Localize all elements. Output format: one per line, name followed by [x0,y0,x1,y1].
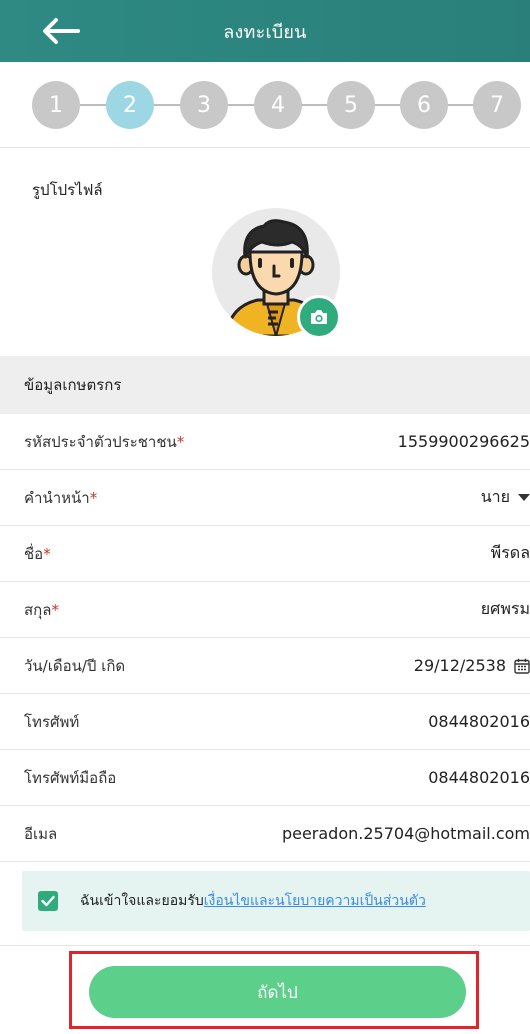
footer-divider [0,945,530,946]
mobile-value-text: 0844802016 [428,768,530,787]
phone-label: โทรศัพท์ [24,712,80,731]
consent-prefix: ฉันเข้าใจและยอมรับ [80,893,204,909]
calendar-icon [514,658,530,674]
consent-text: ฉันเข้าใจและยอมรับเงื่อนไขและนโยบายความเ… [80,890,426,912]
step-7[interactable]: 7 [473,81,521,129]
email-value-text: peeradon.25704@hotmail.com [281,824,530,843]
mobile-label: โทรศัพท์มือถือ [24,768,117,787]
consent-box: ฉันเข้าใจและยอมรับเงื่อนไขและนโยบายความเ… [22,871,530,931]
title-prefix-value: นาย [480,487,510,506]
farmer-info-header: ข้อมูลเกษตรกร [0,356,530,414]
last-name-label: สกุล* [0,598,59,622]
birth-date-label: วัน/เดือน/ปี เกิด [24,656,126,675]
camera-icon [311,310,327,324]
email-label: อีเมล [24,824,58,843]
last-name-value[interactable]: ยศพรม [481,597,530,622]
title-prefix-row[interactable]: คำนำหน้า* นาย [0,470,530,526]
first-name-value[interactable]: พีรดล [491,541,530,566]
first-name-label: ชื่อ* [0,542,51,566]
back-button[interactable] [38,14,84,48]
email-row[interactable]: อีเมล peeradon.25704@hotmail.com [0,806,530,862]
national-id-value-text: 1559900296625 [397,432,530,451]
check-icon [41,895,55,907]
birth-date-value: 29/12/2538 [413,656,506,675]
next-button[interactable]: ถัดไป [89,966,466,1018]
birth-date-row[interactable]: วัน/เดือน/ปี เกิด 29/12/2538 [0,638,530,694]
app-header: ลงทะเบียน [0,0,530,62]
phone-value-text: 0844802016 [428,712,530,731]
title-prefix-label: คำนำหน้า* [0,486,97,510]
last-name-row[interactable]: สกุล* ยศพรม [0,582,530,638]
change-photo-button[interactable] [297,295,341,339]
national-id-value[interactable]: 1559900296625 [398,432,530,451]
step-1[interactable]: 1 [32,81,80,129]
mobile-row[interactable]: โทรศัพท์มือถือ 0844802016 [0,750,530,806]
phone-row[interactable]: โทรศัพท์ 0844802016 [0,694,530,750]
phone-value[interactable]: 0844802016 [428,712,530,731]
required-mark: * [89,488,98,507]
required-mark: * [43,544,51,563]
national-id-row[interactable]: รหัสประจำตัวประชาชน* 1559900296625 [0,414,530,470]
last-name-value-text: ยศพรม [480,599,530,618]
mobile-value[interactable]: 0844802016 [428,768,530,787]
step-2[interactable]: 2 [106,81,154,129]
step-4[interactable]: 4 [254,81,302,129]
step-5[interactable]: 5 [327,81,375,129]
birth-date-picker[interactable]: 29/12/2538 [414,656,530,675]
page-title: ลงทะเบียน [223,21,307,43]
first-name-row[interactable]: ชื่อ* พีรดล [0,526,530,582]
privacy-policy-link[interactable]: เงื่อนไขและนโยบายความเป็นส่วนตัว [204,893,426,909]
national-id-label: รหัสประจำตัวประชาชน* [0,430,184,454]
required-mark: * [176,432,185,451]
step-3[interactable]: 3 [180,81,228,129]
required-mark: * [51,600,59,619]
step-6[interactable]: 6 [400,81,448,129]
last-name-label-text: สกุล [24,600,52,619]
national-id-label-text: รหัสประจำตัวประชาชน [24,432,177,451]
first-name-value-text: พีรดล [490,543,530,562]
caret-down-icon [518,493,530,501]
title-prefix-select[interactable]: นาย [481,485,530,510]
title-prefix-label-text: คำนำหน้า [24,488,90,507]
profile-label: รูปโปรไฟล์ [32,181,103,199]
email-value[interactable]: peeradon.25704@hotmail.com [282,824,530,843]
consent-checkbox[interactable] [38,891,58,911]
first-name-label-text: ชื่อ [24,544,44,563]
arrow-left-icon [43,18,80,44]
